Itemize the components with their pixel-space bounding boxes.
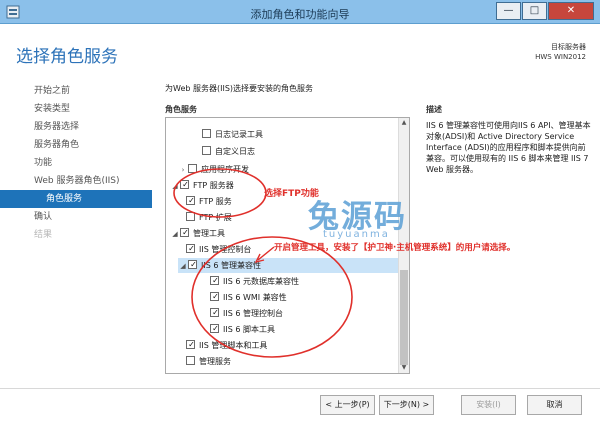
tree-item-ftp-service[interactable]: FTP 服务 [186, 194, 232, 209]
checkbox-custom-logging[interactable] [202, 146, 211, 155]
tree-item-application-development[interactable]: › 应用程序开发 [178, 162, 249, 177]
destination-label: 目标服务器 [551, 43, 586, 51]
tree-item-management-service[interactable]: 管理服务 [186, 354, 231, 369]
tree-item-iis6-scripting-tools[interactable]: IIS 6 脚本工具 [210, 322, 275, 337]
scrollbar-thumb[interactable] [400, 270, 408, 365]
tree-item-label: IIS 管理脚本和工具 [199, 341, 268, 350]
role-services-heading: 角色服务 [165, 105, 197, 114]
tree-item-iis6-management-compatibility[interactable]: ◢ IIS 6 管理兼容性 [178, 258, 399, 273]
tree-item-iis6-management-console[interactable]: IIS 6 管理控制台 [210, 306, 283, 321]
checkbox-logging-tools[interactable] [202, 129, 211, 138]
sidebar-item-role-services[interactable]: 角色服务 [0, 190, 152, 208]
tree-item-label: 管理工具 [193, 229, 225, 238]
footer-divider [0, 388, 600, 389]
sidebar-item-features[interactable]: 功能 [0, 154, 152, 172]
tree-item-label: 日志记录工具 [215, 130, 263, 139]
tree-item-label: IIS 管理控制台 [199, 245, 252, 254]
tree-item-label: IIS 6 管理兼容性 [201, 261, 261, 270]
tree-item-label: FTP 扩展 [199, 213, 232, 222]
tree-item-label: 管理服务 [199, 357, 231, 366]
tree-item-logging-tools[interactable]: 日志记录工具 [202, 127, 263, 142]
sidebar-item-results: 结果 [34, 230, 53, 240]
collapse-triangle-icon[interactable]: ◢ [178, 259, 188, 274]
tree-item-label: IIS 6 管理控制台 [223, 309, 283, 318]
sidebar-item-server-roles[interactable]: 服务器角色 [0, 136, 152, 154]
tree-item-label: IIS 6 脚本工具 [223, 325, 275, 334]
tree-item-ftp-server[interactable]: ◢ FTP 服务器 [170, 178, 234, 193]
tree-item-label: IIS 6 元数据库兼容性 [223, 277, 299, 286]
previous-button[interactable]: < 上一步(P) [320, 395, 375, 415]
description-text: IIS 6 管理兼容性可使用向IIS 6 API、管理基本对象(ADSI)和 A… [426, 121, 591, 174]
collapse-triangle-icon[interactable]: ◢ [170, 179, 180, 194]
sidebar-item-web-server-role[interactable]: Web 服务器角色(IIS) [0, 172, 152, 190]
checkbox-management-tools[interactable] [180, 228, 190, 237]
checkbox-iis6-scripting-tools[interactable] [210, 324, 220, 333]
checkbox-iis-management-scripts[interactable] [186, 340, 196, 349]
description-heading: 描述 [426, 105, 442, 114]
checkbox-iis6-metabase-compatibility[interactable] [210, 276, 220, 285]
wizard-steps-sidebar: 开始之前 安装类型 服务器选择 服务器角色 功能 Web 服务器角色(IIS) … [0, 82, 152, 244]
collapse-triangle-icon[interactable]: ◢ [170, 227, 180, 242]
intro-text: 为Web 服务器(IIS)选择要安装的角色服务 [165, 84, 314, 93]
tree-item-iis-management-console[interactable]: IIS 管理控制台 [186, 242, 251, 257]
sidebar-item-server-selection[interactable]: 服务器选择 [0, 118, 152, 136]
sidebar-item-before-you-begin[interactable]: 开始之前 [0, 82, 152, 100]
sidebar-item-confirmation[interactable]: 确认 [0, 208, 152, 226]
tree-item-label: IIS 6 WMI 兼容性 [223, 293, 287, 302]
cancel-button[interactable]: 取消 [527, 395, 582, 415]
tree-item-iis6-wmi-compatibility[interactable]: IIS 6 WMI 兼容性 [210, 290, 287, 305]
destination-server-name: HWS WIN2012 [535, 53, 586, 61]
next-button[interactable]: 下一步(N) > [379, 395, 434, 415]
maximize-button[interactable]: □ [522, 2, 547, 20]
tree-item-label: 自定义日志 [215, 147, 255, 156]
tree-item-label: FTP 服务 [199, 197, 232, 206]
close-button[interactable]: ✕ [548, 2, 594, 20]
checkbox-management-service[interactable] [186, 356, 195, 365]
minimize-button[interactable]: — [496, 2, 521, 20]
scroll-up-arrow-icon[interactable]: ▲ [399, 118, 409, 128]
checkbox-iis6-management-compatibility[interactable] [188, 260, 198, 269]
scroll-down-arrow-icon[interactable]: ▼ [399, 363, 409, 373]
tree-item-ftp-extensibility[interactable]: FTP 扩展 [186, 210, 232, 225]
checkbox-ftp-server[interactable] [180, 180, 190, 189]
tree-item-management-tools[interactable]: ◢ 管理工具 [170, 226, 225, 241]
sidebar-item-installation-type[interactable]: 安装类型 [0, 100, 152, 118]
checkbox-ftp-extensibility[interactable] [186, 212, 195, 221]
management-annotation: 开启管理工具，安装了【护卫神·主机管理系统】的用户请选择。 [274, 243, 516, 253]
checkbox-iis6-wmi-compatibility[interactable] [210, 292, 220, 301]
destination-server: 目标服务器 HWS WIN2012 [535, 42, 586, 62]
expand-chevron-icon[interactable]: › [178, 163, 188, 178]
ftp-annotation: 选择FTP功能 [264, 189, 319, 199]
checkbox-ftp-service[interactable] [186, 196, 196, 205]
tree-item-iis6-metabase-compatibility[interactable]: IIS 6 元数据库兼容性 [210, 274, 299, 289]
checkbox-iis6-management-console[interactable] [210, 308, 220, 317]
checkbox-iis-management-console[interactable] [186, 244, 196, 253]
tree-item-custom-logging[interactable]: 自定义日志 [202, 144, 255, 159]
tree-item-iis-management-scripts[interactable]: IIS 管理脚本和工具 [186, 338, 267, 353]
install-button: 安装(I) [461, 395, 516, 415]
page-title: 选择角色服务 [16, 47, 118, 67]
title-bar: 添加角色和功能向导 — □ ✕ [0, 0, 600, 24]
tree-item-label: FTP 服务器 [193, 181, 234, 190]
watermark-subtitle: tuyuanma [323, 229, 390, 240]
checkbox-application-development[interactable] [188, 164, 197, 173]
tree-item-label: 应用程序开发 [201, 165, 249, 174]
